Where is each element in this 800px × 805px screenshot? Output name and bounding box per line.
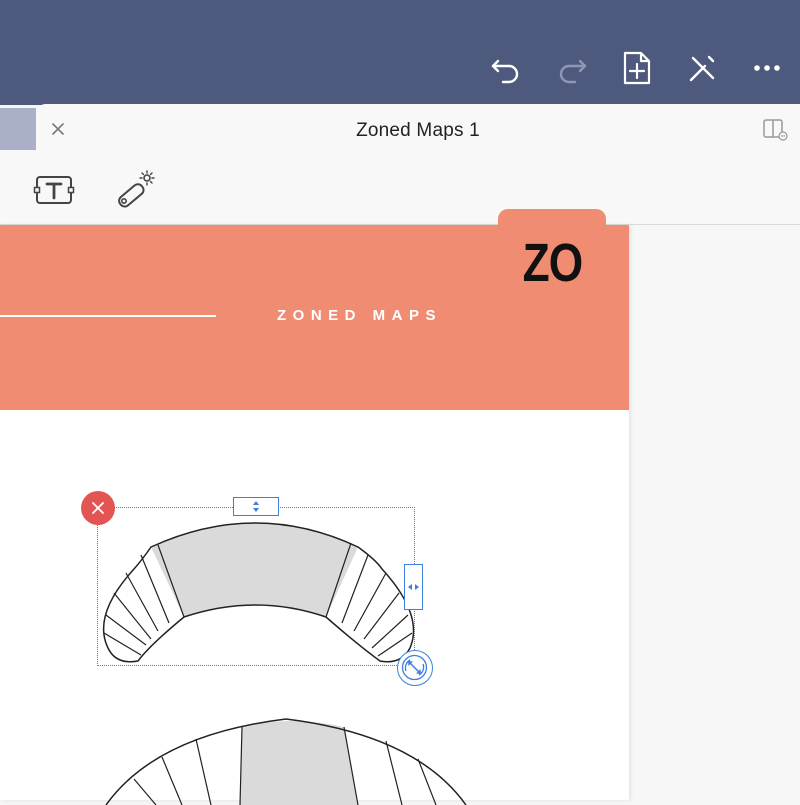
badge-text: ZO xyxy=(522,233,583,293)
laser-pointer-button[interactable] xyxy=(113,168,157,212)
split-view-icon[interactable] xyxy=(762,118,788,142)
selection-box[interactable] xyxy=(97,507,415,666)
background-tab[interactable] xyxy=(0,108,36,152)
vertical-arrows-icon xyxy=(253,501,259,512)
laser-pointer-icon xyxy=(118,170,155,208)
add-page-button[interactable] xyxy=(617,48,657,88)
banner-divider xyxy=(0,315,216,317)
height-resize-handle[interactable] xyxy=(233,497,279,516)
more-icon xyxy=(754,65,780,71)
banner-title: ZONED MAPS xyxy=(277,307,443,324)
pen-tools-button[interactable] xyxy=(682,48,722,88)
document-titlebar: Zoned Maps 1 xyxy=(36,104,800,154)
redo-button[interactable] xyxy=(552,48,592,88)
text-tool-button[interactable] xyxy=(32,168,76,212)
scale-rotate-handle[interactable] xyxy=(397,650,433,686)
pen-tools-icon xyxy=(689,55,715,82)
zone-map-shape-2[interactable] xyxy=(96,715,476,805)
text-tool-icon xyxy=(33,176,75,204)
undo-icon xyxy=(491,59,519,84)
delete-icon xyxy=(92,502,104,514)
more-button[interactable] xyxy=(747,48,787,88)
delete-selection-button[interactable] xyxy=(81,491,115,525)
section-badge[interactable]: ZO xyxy=(498,209,606,317)
document-title: Zoned Maps 1 xyxy=(356,120,480,141)
undo-button[interactable] xyxy=(486,48,526,88)
width-resize-handle[interactable] xyxy=(404,564,423,610)
app-toolbar xyxy=(0,0,800,105)
add-page-icon xyxy=(623,51,651,85)
redo-icon xyxy=(559,59,587,84)
horizontal-arrows-icon xyxy=(408,584,419,590)
diagonal-resize-icon xyxy=(401,654,428,681)
